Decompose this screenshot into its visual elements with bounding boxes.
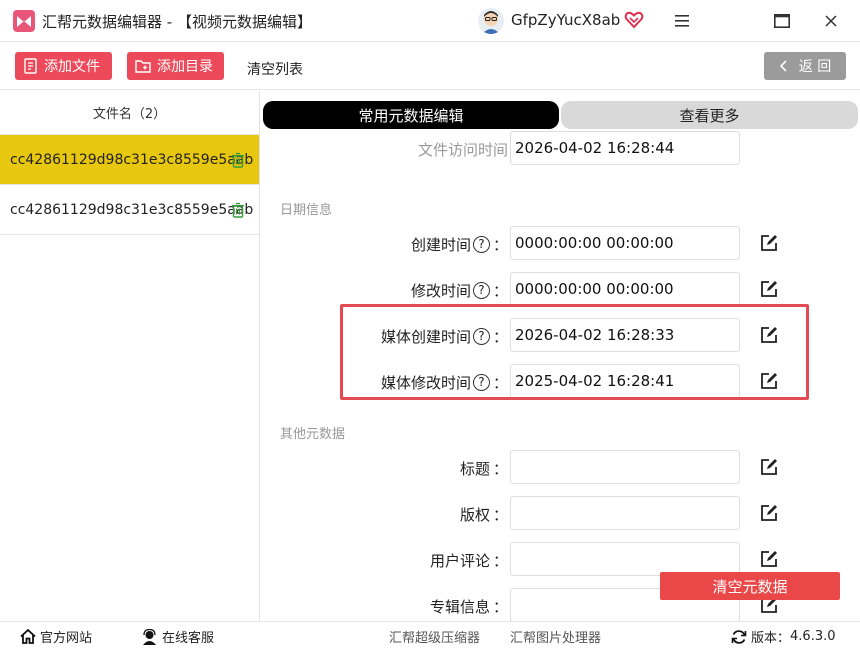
close-icon[interactable] <box>819 9 843 33</box>
avatar[interactable] <box>478 8 504 34</box>
add-folder-icon <box>135 60 151 73</box>
album-label: 专辑信息： <box>429 598 508 616</box>
modify-time-label: 修改时间 ? ： <box>410 282 508 300</box>
create-time-label: 创建时间 ? ： <box>410 236 508 254</box>
username: GfpZyYucX8ab <box>511 11 621 29</box>
trash-icon[interactable] <box>231 152 245 168</box>
toolbar: 添加文件 添加目录 清空列表 <box>0 42 860 90</box>
copyright-field[interactable] <box>510 496 740 530</box>
add-file-icon <box>24 58 37 74</box>
access-time-label: 文件访问时间 <box>417 141 508 159</box>
file-name: cc42861129d98c31e3c8559e5aab <box>10 201 254 218</box>
title-field[interactable] <box>510 450 740 484</box>
edit-icon[interactable] <box>760 234 778 252</box>
edit-icon[interactable] <box>760 504 778 522</box>
back-button[interactable]: 返 回 <box>764 52 846 80</box>
highlight-box <box>340 304 809 400</box>
customer-service-icon <box>143 628 156 645</box>
metadata-panel: 常用元数据编辑 查看更多 文件访问时间 2026-04-02 16:28:44 … <box>261 91 860 621</box>
add-directory-label: 添加目录 <box>157 59 213 75</box>
app-title: 汇帮元数据编辑器 - 【视频元数据编辑】 <box>42 13 312 31</box>
website-link[interactable]: 官方网站 <box>20 627 92 646</box>
compressor-link[interactable]: 汇帮超级压缩器 <box>389 627 480 646</box>
refresh-icon <box>731 629 747 644</box>
tab-common-metadata[interactable]: 常用元数据编辑 <box>263 101 559 129</box>
maximize-icon[interactable] <box>770 9 794 33</box>
app-logo <box>13 10 35 32</box>
file-list-item[interactable]: cc42861129d98c31e3c8559e5aab <box>0 185 259 235</box>
menu-icon[interactable] <box>670 9 694 33</box>
comment-field[interactable] <box>510 542 740 576</box>
access-time-field[interactable]: 2026-04-02 16:28:44 <box>510 131 740 165</box>
comment-label: 用户评论： <box>429 552 508 570</box>
edit-icon[interactable] <box>760 458 778 476</box>
chevron-left-icon <box>779 60 787 72</box>
home-icon <box>20 629 36 644</box>
status-bar: 官方网站 在线客服 汇帮超级压缩器 汇帮图片处理器 版本： 4.6.3.0 <box>0 621 860 650</box>
edit-icon[interactable] <box>760 550 778 568</box>
version-info[interactable]: 版本： 4.6.3.0 <box>731 627 836 646</box>
copyright-label: 版权： <box>459 506 508 524</box>
help-icon[interactable]: ? <box>472 282 490 299</box>
file-list-panel: 文件名（2） cc42861129d98c31e3c8559e5aab cc42… <box>0 91 260 621</box>
help-icon[interactable]: ? <box>472 236 490 253</box>
file-name: cc42861129d98c31e3c8559e5aab <box>10 151 254 168</box>
create-time-field[interactable]: 0000:00:00 00:00:00 <box>510 226 740 260</box>
add-file-label: 添加文件 <box>44 59 100 75</box>
edit-icon[interactable] <box>760 280 778 298</box>
image-tool-link[interactable]: 汇帮图片处理器 <box>510 627 601 646</box>
file-list-item[interactable]: cc42861129d98c31e3c8559e5aab <box>0 135 259 185</box>
online-service-link[interactable]: 在线客服 <box>141 627 214 646</box>
modify-time-field[interactable]: 0000:00:00 00:00:00 <box>510 272 740 306</box>
add-file-button[interactable]: 添加文件 <box>15 52 112 80</box>
back-label: 返 回 <box>798 59 832 75</box>
date-section-title: 日期信息 <box>280 203 333 218</box>
other-section-title: 其他元数据 <box>280 427 346 442</box>
add-directory-button[interactable]: 添加目录 <box>127 52 224 80</box>
trash-icon[interactable] <box>231 202 245 218</box>
clear-metadata-button[interactable]: 清空元数据 <box>660 572 840 600</box>
title-bar: 汇帮元数据编辑器 - 【视频元数据编辑】 GfpZyYucX8ab <box>0 0 860 42</box>
clear-list-button[interactable]: 清空列表 <box>247 59 303 79</box>
tab-view-more[interactable]: 查看更多 <box>561 101 858 129</box>
vip-heart-icon[interactable] <box>624 10 644 30</box>
title-label: 标题： <box>459 460 508 478</box>
file-list-header: 文件名（2） <box>0 91 259 135</box>
